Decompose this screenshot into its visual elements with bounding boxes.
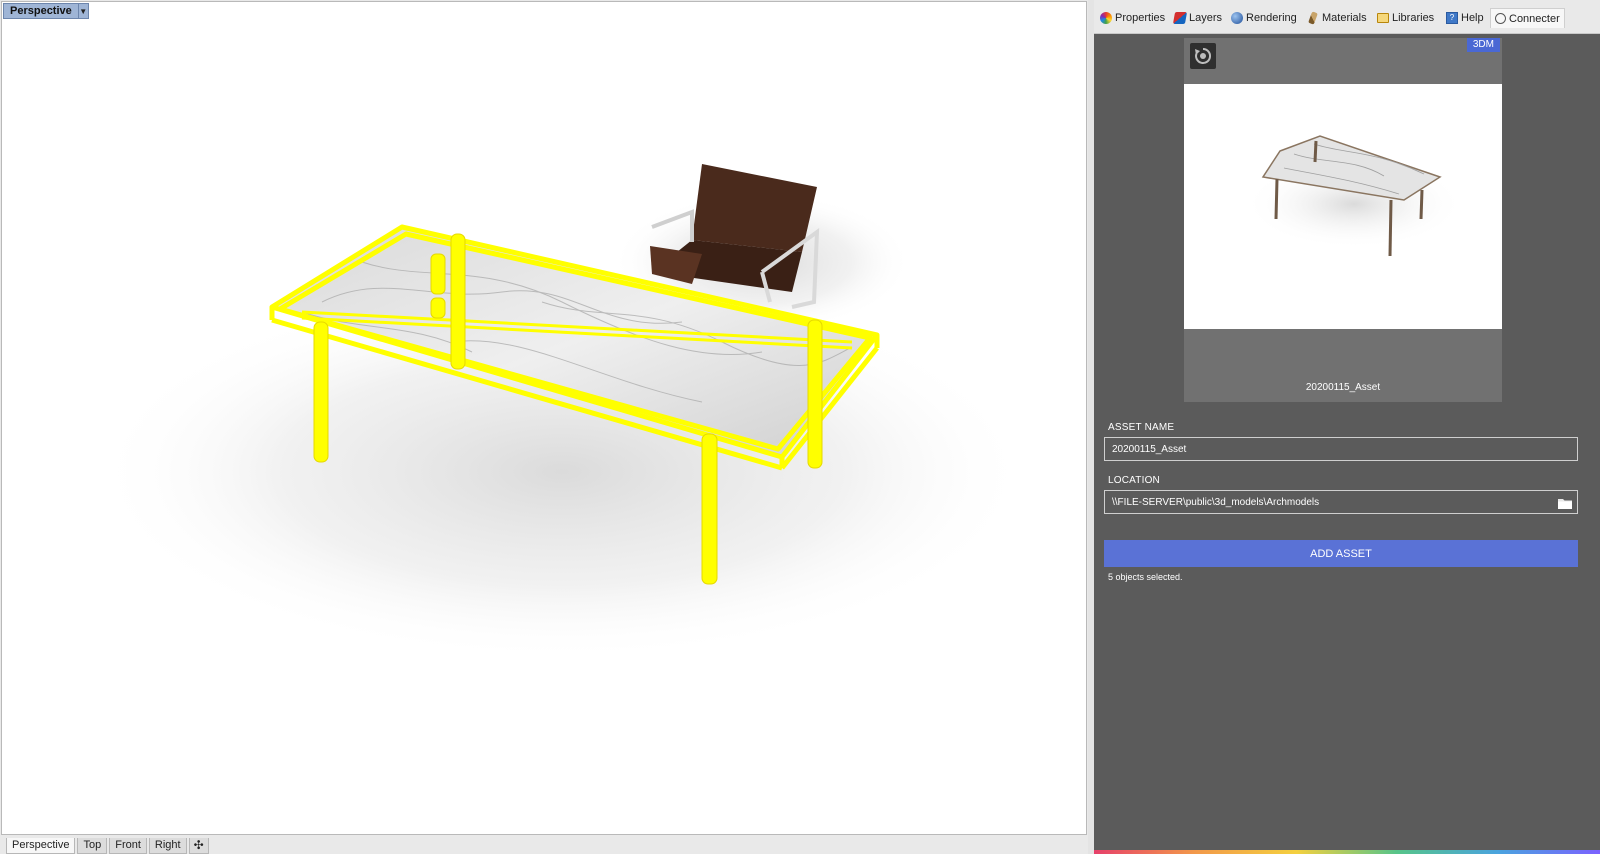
selection-status: 5 objects selected. (1108, 572, 1183, 582)
browse-folder-button[interactable] (1557, 496, 1573, 510)
layers-icon (1172, 11, 1188, 24)
location-label: LOCATION (1108, 475, 1160, 486)
tab-materials[interactable]: Materials (1307, 9, 1367, 26)
plus-icon[interactable]: ✣ (188, 838, 209, 854)
tab-layers-label: Layers (1189, 11, 1223, 24)
tab-rendering-label: Rendering (1246, 11, 1297, 24)
tab-materials-label: Materials (1322, 11, 1367, 24)
tab-connecter[interactable]: Connecter (1490, 8, 1565, 28)
location-input[interactable] (1104, 490, 1578, 514)
tab-connecter-label: Connecter (1509, 12, 1560, 25)
help-icon: ? (1446, 11, 1458, 24)
asset-name-label: ASSET NAME (1108, 422, 1175, 433)
viewport-tabs: Perspective Top Front Right ✣ (6, 838, 209, 854)
side-panel: Properties Layers Rendering Materials Li… (1094, 0, 1600, 854)
scene-render[interactable] (2, 2, 1087, 835)
asset-name-input[interactable] (1104, 437, 1578, 461)
tab-properties-label: Properties (1115, 11, 1166, 24)
viewport-title[interactable]: Perspective ▼ (3, 3, 89, 19)
asset-preview: 3DM 20200115_Asset (1184, 38, 1502, 402)
perspective-viewport[interactable]: Perspective ▼ (1, 1, 1087, 835)
tab-front[interactable]: Front (109, 838, 147, 854)
tab-perspective[interactable]: Perspective (6, 838, 76, 854)
tab-help[interactable]: ? Help (1446, 9, 1484, 26)
add-asset-button[interactable]: ADD ASSET (1104, 540, 1578, 567)
tab-libraries-label: Libraries (1392, 11, 1435, 24)
folder-icon (1558, 498, 1572, 509)
rendering-icon (1231, 11, 1243, 24)
tab-libraries[interactable]: Libraries (1377, 9, 1434, 26)
panel-tab-bar: Properties Layers Rendering Materials Li… (1094, 0, 1600, 34)
tab-rendering[interactable]: Rendering (1231, 9, 1297, 26)
viewport-title-label[interactable]: Perspective (3, 3, 79, 19)
tab-properties[interactable]: Properties (1100, 9, 1165, 26)
tab-top[interactable]: Top (77, 838, 108, 854)
connecter-icon (1495, 13, 1506, 24)
caret-down-icon[interactable]: ▼ (78, 3, 89, 19)
preview-thumbnail (1184, 84, 1502, 329)
file-type-badge: 3DM (1466, 38, 1500, 52)
tab-right[interactable]: Right (148, 838, 187, 854)
libraries-icon (1377, 12, 1389, 23)
color-strip (1094, 850, 1600, 854)
materials-icon (1308, 10, 1318, 25)
reset-view-button[interactable] (1190, 43, 1216, 69)
reset-icon (1195, 47, 1212, 64)
properties-icon (1100, 11, 1112, 24)
tab-help-label: Help (1461, 11, 1484, 24)
preview-caption: 20200115_Asset (1305, 382, 1381, 393)
tab-layers[interactable]: Layers (1172, 9, 1223, 26)
